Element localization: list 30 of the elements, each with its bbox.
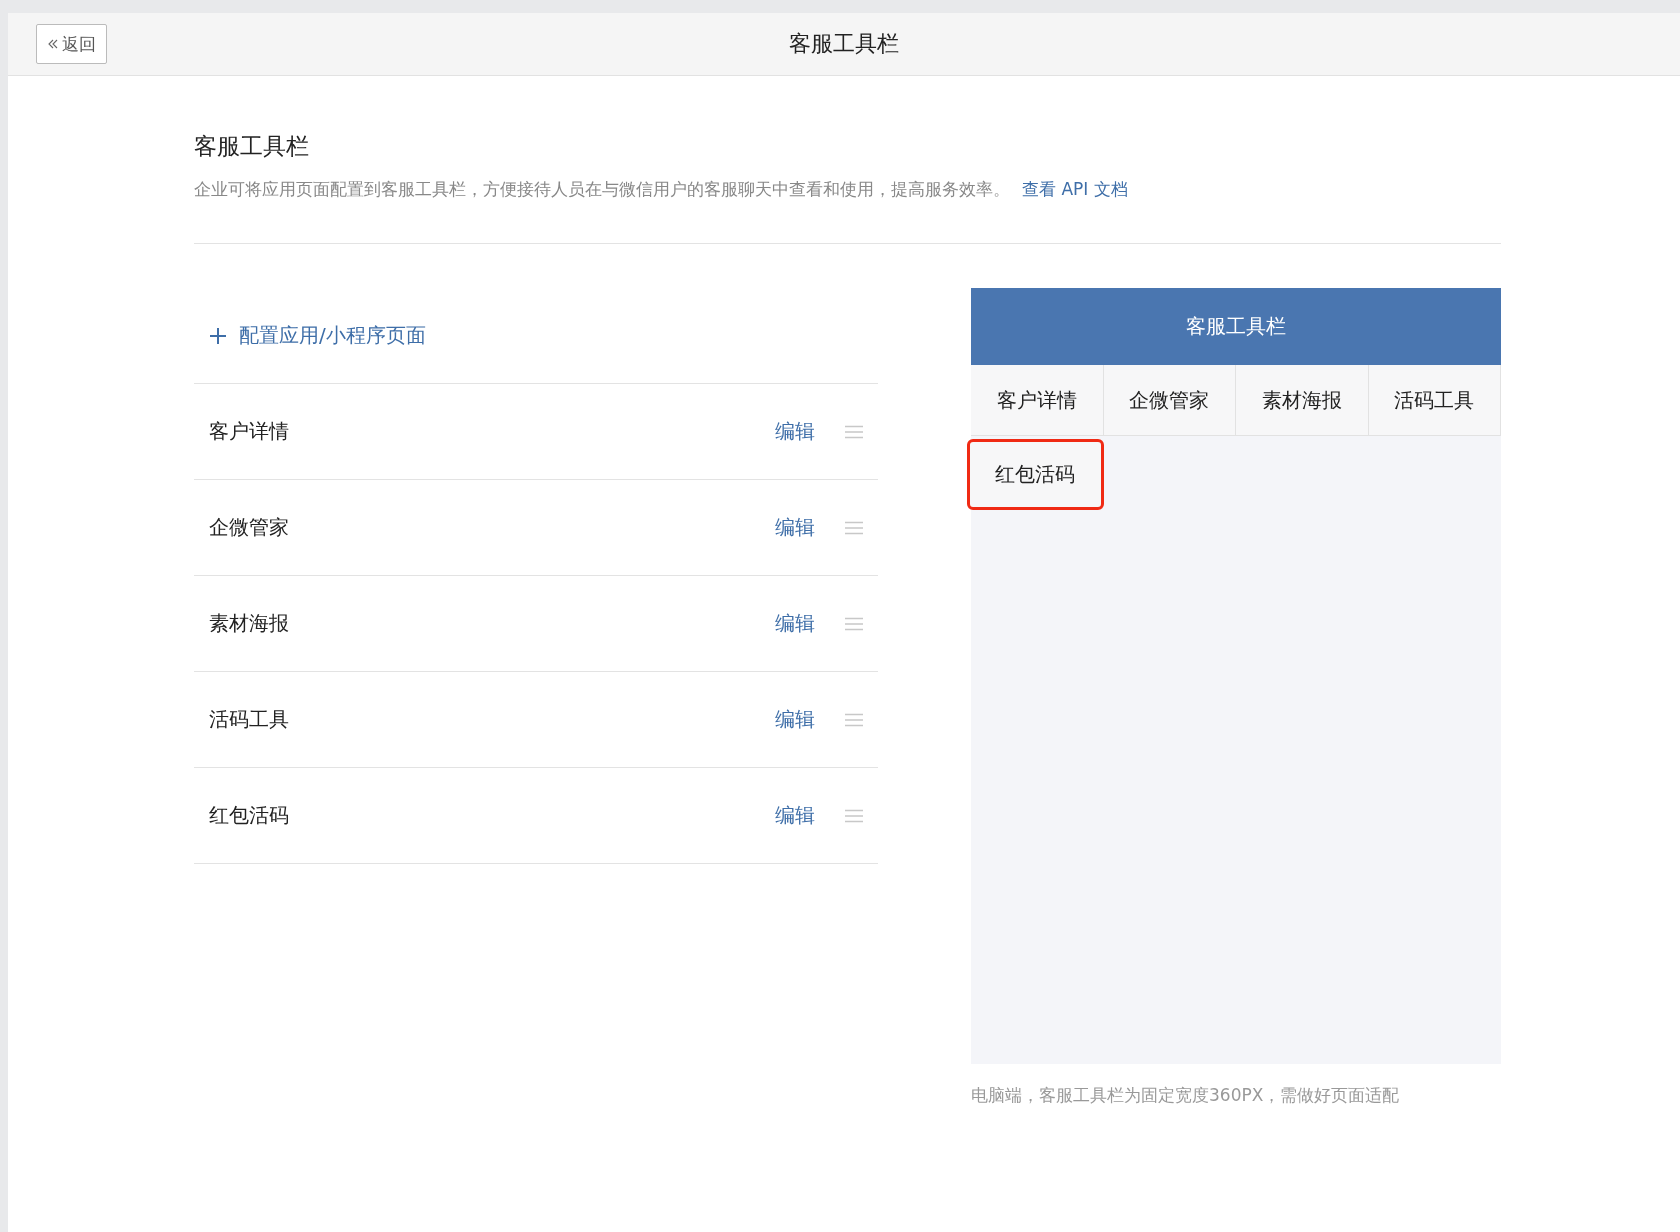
double-chevron-left-icon bbox=[47, 38, 59, 50]
plus-icon bbox=[209, 326, 227, 345]
edit-link[interactable]: 编辑 bbox=[775, 514, 815, 541]
preview-tool-tab[interactable]: 企微管家 bbox=[1103, 365, 1236, 436]
add-page-link[interactable]: 配置应用/小程序页面 bbox=[209, 322, 426, 349]
item-name: 素材海报 bbox=[209, 610, 290, 637]
preview-header: 客服工具栏 bbox=[971, 288, 1501, 365]
back-button[interactable]: 返回 bbox=[36, 24, 107, 64]
preview-tool-tab[interactable]: 素材海报 bbox=[1236, 365, 1369, 436]
drag-handle-icon[interactable] bbox=[845, 424, 863, 439]
drag-handle-icon[interactable] bbox=[845, 616, 863, 631]
edit-link[interactable]: 编辑 bbox=[775, 802, 815, 829]
item-name: 客户详情 bbox=[209, 418, 290, 445]
width-note: 电脑端，客服工具栏为固定宽度360PX，需做好页面适配 bbox=[971, 1084, 1401, 1107]
edit-link[interactable]: 编辑 bbox=[775, 706, 815, 733]
drag-handle-icon[interactable] bbox=[845, 808, 863, 823]
preview-tool-tab[interactable]: 活码工具 bbox=[1368, 365, 1501, 436]
api-doc-link[interactable]: 查看 API 文档 bbox=[1022, 179, 1128, 199]
edit-link[interactable]: 编辑 bbox=[775, 418, 815, 445]
drag-handle-icon[interactable] bbox=[845, 520, 863, 535]
page-title: 客服工具栏 bbox=[789, 30, 899, 58]
edit-link[interactable]: 编辑 bbox=[775, 610, 815, 637]
drag-handle-icon[interactable] bbox=[845, 712, 863, 727]
item-name: 红包活码 bbox=[209, 802, 290, 829]
preview-tool-tab[interactable]: 客户详情 bbox=[971, 365, 1104, 436]
item-name: 企微管家 bbox=[209, 514, 290, 541]
section-description: 企业可将应用页面配置到客服工具栏，方便接待人员在与微信用户的客服聊天中查看和使用，提高服务效率。 bbox=[194, 179, 1010, 199]
preview-tool-tab[interactable]: 红包活码 bbox=[967, 439, 1104, 510]
item-name: 活码工具 bbox=[209, 706, 290, 733]
section-title: 客服工具栏 bbox=[194, 132, 310, 161]
